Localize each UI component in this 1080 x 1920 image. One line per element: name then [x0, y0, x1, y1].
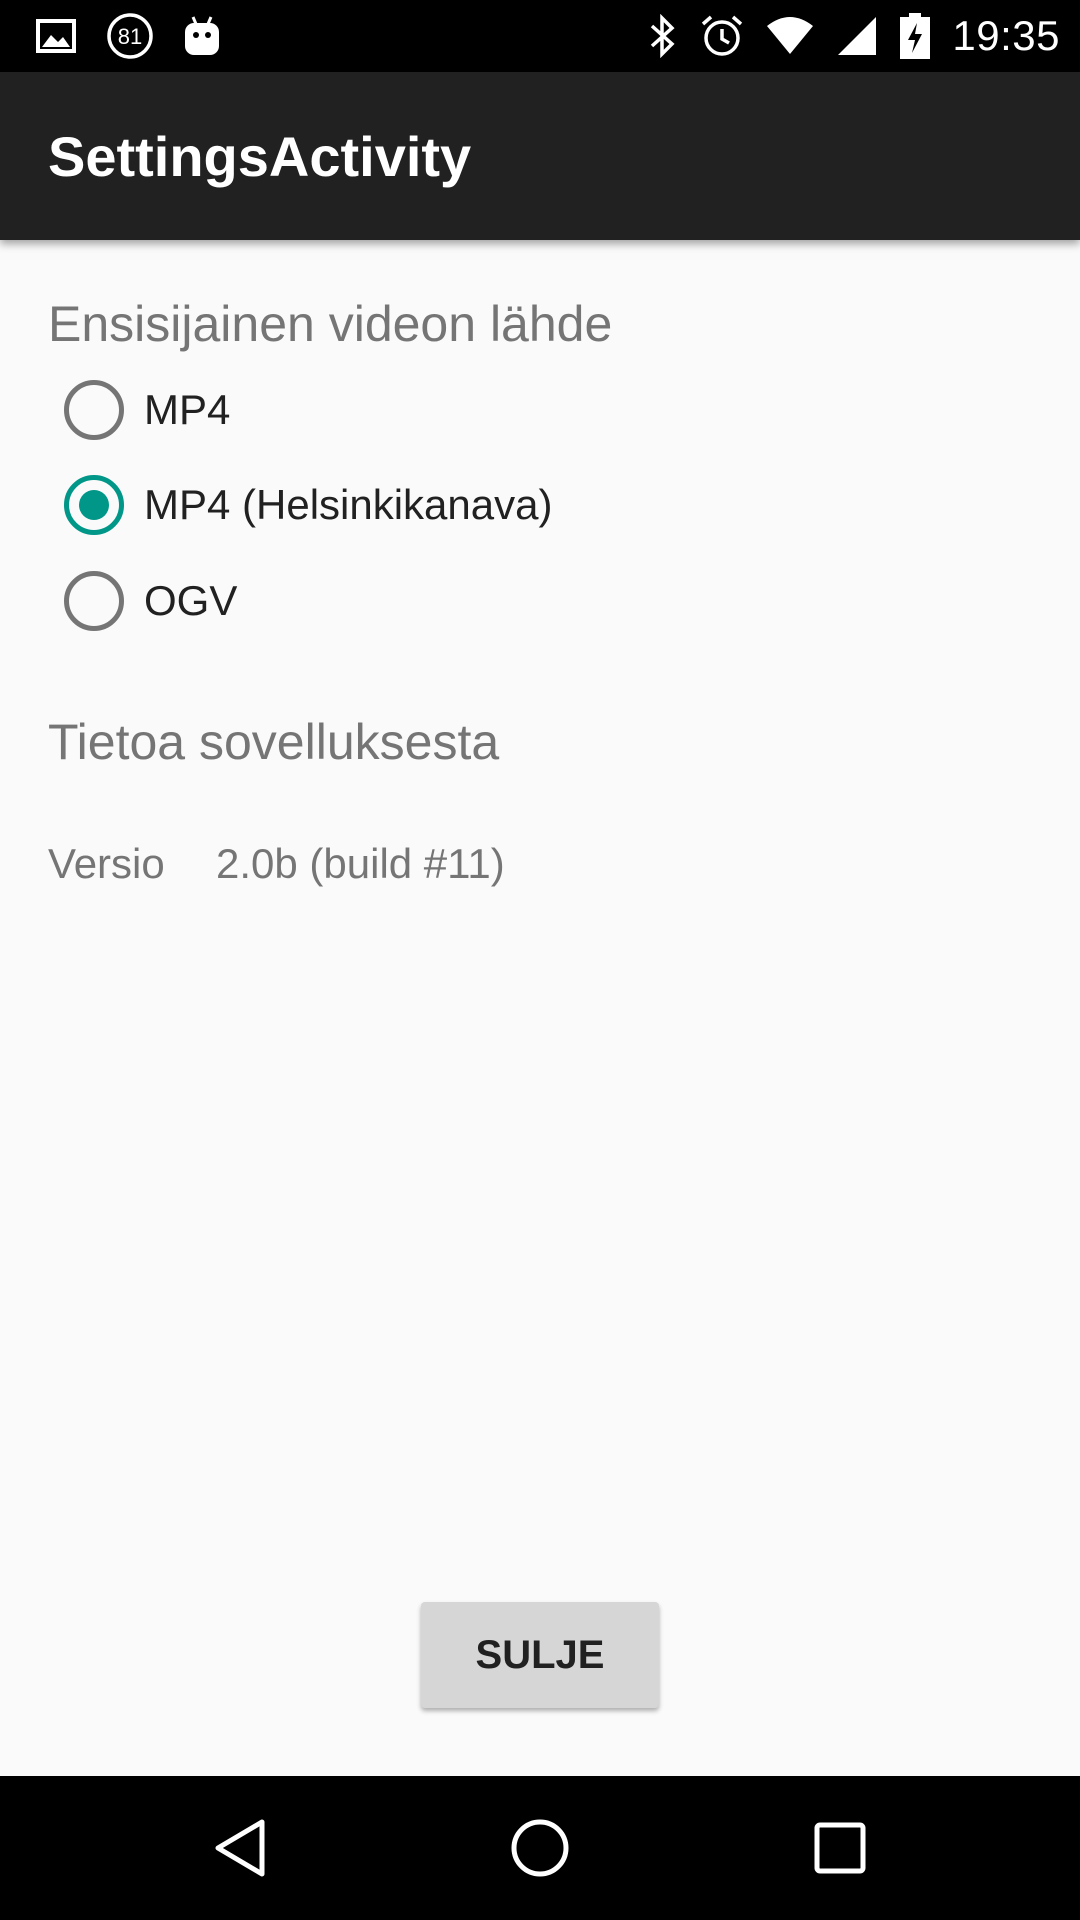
version-value: 2.0b (build #11)	[216, 840, 505, 887]
recents-button[interactable]	[800, 1808, 880, 1888]
bluetooth-icon	[651, 14, 675, 58]
alarm-icon	[702, 15, 743, 56]
radio-button[interactable]	[64, 380, 124, 440]
android-icon	[185, 16, 219, 55]
radio-option-mp4-helsinkikanava[interactable]: MP4 (Helsinkikanava)	[64, 473, 552, 537]
home-icon	[511, 1819, 569, 1877]
status-left-icons: 81	[36, 12, 220, 60]
radio-option-mp4[interactable]: MP4	[64, 378, 230, 442]
radio-label: OGV	[144, 577, 238, 624]
version-row: Versio 2.0b (build #11)	[48, 840, 505, 888]
back-button[interactable]	[200, 1808, 280, 1888]
status-bar: 81 19:35	[0, 0, 1080, 72]
app-title: SettingsActivity	[48, 125, 472, 188]
image-icon	[36, 19, 76, 53]
wifi-icon	[767, 17, 814, 54]
close-button[interactable]: SULJE	[421, 1602, 659, 1708]
navigation-bar	[0, 1776, 1080, 1920]
signal-icon	[838, 17, 877, 55]
radio-label: MP4	[144, 386, 231, 433]
home-button[interactable]	[500, 1808, 580, 1888]
video-source-heading: Ensisijainen videon lähde	[48, 296, 613, 352]
badge-81-icon: 81	[107, 13, 153, 59]
recents-icon	[814, 1822, 866, 1874]
status-right-icons: 19:35	[648, 10, 1060, 62]
radio-button[interactable]	[64, 571, 124, 631]
radio-label: MP4 (Helsinkikanava)	[144, 481, 553, 528]
settings-content: Ensisijainen videon lähde MP4 MP4 (Helsi…	[0, 240, 1080, 1776]
version-label: Versio	[48, 840, 165, 887]
battery-charging-icon	[900, 13, 931, 59]
about-heading: Tietoa sovelluksesta	[48, 714, 500, 770]
radio-option-ogv[interactable]: OGV	[64, 569, 237, 633]
radio-button-selected[interactable]	[64, 475, 124, 535]
app-bar: SettingsActivity	[0, 72, 1080, 240]
back-icon	[215, 1819, 265, 1877]
status-time: 19:35	[952, 12, 1060, 59]
badge-81-text: 81	[118, 24, 142, 49]
